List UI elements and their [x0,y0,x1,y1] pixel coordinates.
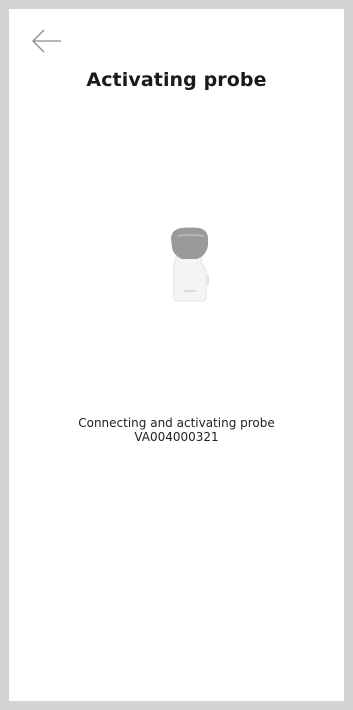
back-button[interactable] [31,26,65,56]
status-message: Connecting and activating probe VA004000… [9,416,344,444]
probe-serial: VA004000321 [134,430,219,444]
device-frame: Activating probe Connecting and activati… [0,0,353,710]
arrow-left-icon [32,29,61,53]
page-title: Activating probe [86,69,267,91]
probe-illustration [154,209,224,319]
app-screen: Activating probe Connecting and activati… [9,9,344,701]
ultrasound-probe-icon [171,227,209,302]
status-text: Connecting and activating probe [78,416,275,430]
